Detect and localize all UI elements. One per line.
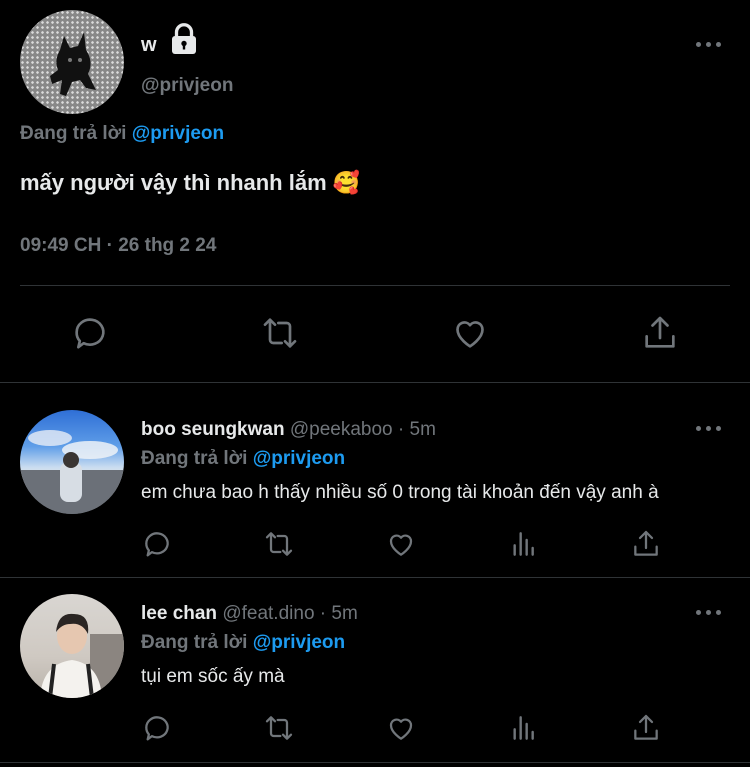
reply-text: tụi em sốc ấy mà [141,666,285,687]
replying-prefix: Đang trả lời [20,123,127,144]
divider [0,762,750,763]
views-icon[interactable] [508,528,540,560]
avatar-boo[interactable] [20,410,124,514]
replying-handle-link[interactable]: @privjeon [132,123,224,144]
reply-display-name[interactable]: lee chan [141,603,217,624]
replying-to: Đang trả lời @privjeon [141,448,345,470]
timestamp[interactable]: 09:49 CH · 26 thg 2 24 [20,235,216,257]
divider [0,577,750,578]
reply-handle[interactable]: @feat.dino [222,603,314,624]
avatar-lee[interactable] [20,594,124,698]
retweet-icon[interactable] [259,313,301,353]
divider [0,382,750,383]
retweet-icon[interactable] [262,528,296,560]
reply-text: em chưa bao h thấy nhiều số 0 trong tài … [141,482,659,503]
replying-handle-link[interactable]: @privjeon [253,632,345,653]
share-icon[interactable] [630,528,662,560]
reply-header-2: lee chan @feat.dino · 5m [141,603,358,625]
replying-prefix: Đang trả lời [141,448,248,469]
like-icon[interactable] [385,712,417,744]
display-name[interactable]: w [141,34,157,57]
more-icon[interactable] [696,42,722,50]
reply-time[interactable]: · 5m [398,419,436,440]
portrait-image [40,613,124,698]
replying-to: Đang trả lời @privjeon [141,632,345,654]
reply-icon[interactable] [141,528,173,560]
sky-portrait-image [20,430,124,514]
reply-icon[interactable] [141,712,173,744]
reply-handle[interactable]: @peekaboo [290,419,393,440]
smiling-face-hearts-emoji: 🥰 [332,170,361,195]
black-cat-image [50,32,96,96]
reply-icon[interactable] [70,313,110,353]
replying-to: Đang trả lời @privjeon [20,123,224,145]
reply-time[interactable]: · 5m [320,603,358,624]
like-icon[interactable] [450,313,490,353]
lock-icon [166,21,202,57]
views-icon[interactable] [508,712,540,744]
replying-prefix: Đang trả lời [141,632,248,653]
share-icon[interactable] [640,313,680,353]
tweet-body: mấy người vậy thì nhanh lắm [20,170,327,195]
retweet-icon[interactable] [262,712,296,744]
divider [20,285,730,286]
like-icon[interactable] [385,528,417,560]
replying-handle-link[interactable]: @privjeon [253,448,345,469]
reply-display-name[interactable]: boo seungkwan [141,419,285,440]
more-icon[interactable] [696,426,722,434]
tweet-text: mấy người vậy thì nhanh lắm 🥰 [20,170,360,196]
avatar-main[interactable] [20,10,124,114]
more-icon[interactable] [696,610,722,618]
reply-header-1: boo seungkwan @peekaboo · 5m [141,419,436,441]
share-icon[interactable] [630,712,662,744]
handle[interactable]: @privjeon [141,75,233,97]
